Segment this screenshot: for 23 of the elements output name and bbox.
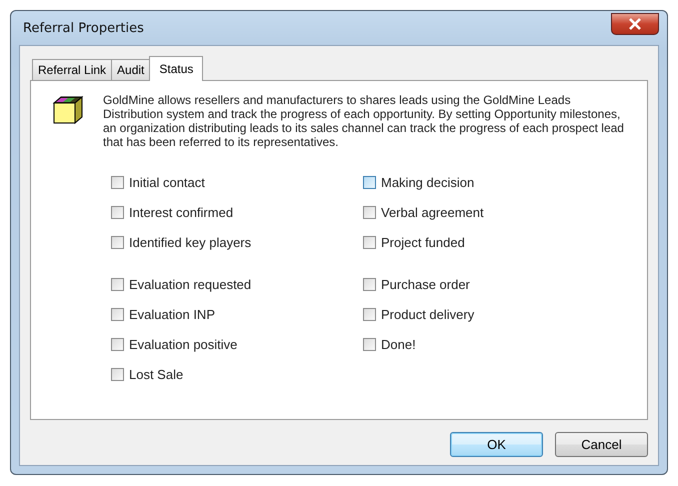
close-button[interactable] [611,13,659,35]
milestone-checkbox[interactable]: Evaluation INP [111,305,215,323]
milestone-checkbox[interactable]: Done! [363,335,416,353]
milestone-checkbox[interactable]: Evaluation requested [111,275,252,293]
cancel-button[interactable]: Cancel [555,432,648,457]
close-icon [628,18,642,30]
window-title: Referral Properties [22,20,144,36]
box-icon [51,95,85,125]
milestone-checkbox[interactable]: Identified key players [111,233,252,251]
milestone-checkbox[interactable]: Initial contact [111,173,205,191]
description-text: GoldMine allows resellers and manufacturers to shares leads using the GoldMine Leads Distribution system and track the progress of each opportunity. By setting Opportunity milestones, an organization distributing leads to its sales channel can track the progress of each prospect lead that has been referred to its representatives. [103,93,625,149]
milestone-checkbox[interactable]: Verbal agreement [363,203,484,221]
tab[interactable]: Referral Link [32,59,112,80]
tab[interactable]: Status [149,56,204,81]
milestone-checkbox[interactable]: Project funded [363,233,465,251]
milestone-checkbox[interactable]: Interest confirmed [111,203,234,221]
milestone-checkbox[interactable]: Evaluation positive [111,335,238,353]
milestone-checkbox[interactable]: Lost Sale [111,365,184,383]
milestone-checkbox[interactable]: Purchase order [363,275,470,293]
tab[interactable]: Audit [111,59,150,80]
ok-button[interactable]: OK [450,432,543,457]
milestone-checkbox[interactable]: Product delivery [363,305,474,323]
milestone-checkbox[interactable]: Making decision [363,173,474,191]
